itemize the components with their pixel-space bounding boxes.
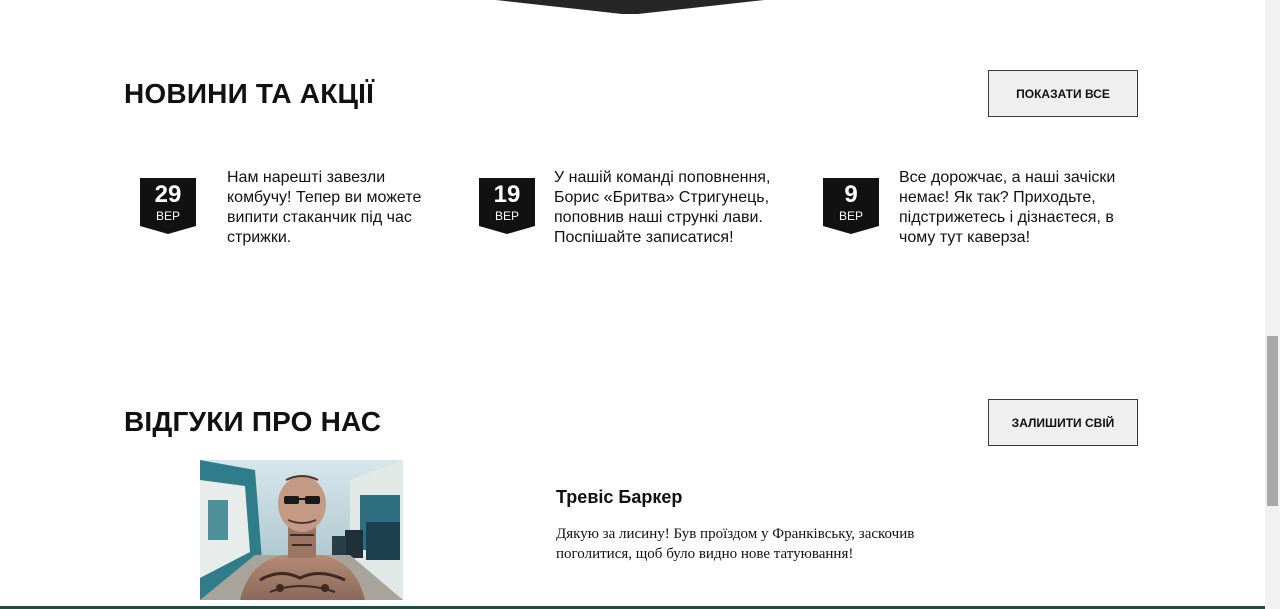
news-item[interactable]: 19 ВЕР У нашій команді поповнення, Борис…: [479, 168, 789, 258]
date-badge: 9 ВЕР: [823, 178, 879, 234]
leave-review-button[interactable]: ЗАЛИШИТИ СВІЙ: [988, 399, 1138, 446]
reviewer-photo: [200, 460, 403, 600]
date-month: ВЕР: [155, 209, 180, 223]
reviewer-name: Тревіс Баркер: [556, 487, 683, 507]
date-day: 19: [493, 181, 521, 208]
page-scrollbar[interactable]: [1265, 0, 1280, 609]
date-month: ВЕР: [494, 209, 519, 223]
date-badge: 29 ВЕР: [140, 178, 196, 234]
date-month: ВЕР: [838, 209, 863, 223]
news-item[interactable]: 9 ВЕР Все дорожчає, а наші зачіски немає…: [823, 168, 1133, 258]
date-badge: 19 ВЕР: [479, 178, 535, 234]
date-day: 29: [154, 181, 182, 208]
date-day: 9: [844, 181, 858, 208]
news-text[interactable]: У нашій команді поповнення, Борис «Бритв…: [554, 168, 789, 248]
news-section-title: НОВИНИ ТА АКЦІЇ: [124, 78, 375, 109]
news-item[interactable]: 29 ВЕР Нам нарешті завезли комбучу! Тепе…: [140, 168, 440, 258]
scrollbar-thumb[interactable]: [1267, 336, 1278, 506]
section-divider-chevron: [496, 0, 764, 14]
news-text[interactable]: Все дорожчає, а наші зачіски немає! Як т…: [899, 168, 1133, 248]
review-text: Дякую за лисину! Був проїздом у Франківс…: [556, 526, 915, 562]
page: НОВИНИ ТА АКЦІЇ ПОКАЗАТИ ВСЕ 29 ВЕР Нам …: [0, 0, 1280, 609]
news-text[interactable]: Нам нарешті завезли комбучу! Тепер ви мо…: [227, 168, 442, 248]
reviews-section-title: ВІДГУКИ ПРО НАС: [124, 406, 382, 437]
show-all-button[interactable]: ПОКАЗАТИ ВСЕ: [988, 70, 1138, 117]
